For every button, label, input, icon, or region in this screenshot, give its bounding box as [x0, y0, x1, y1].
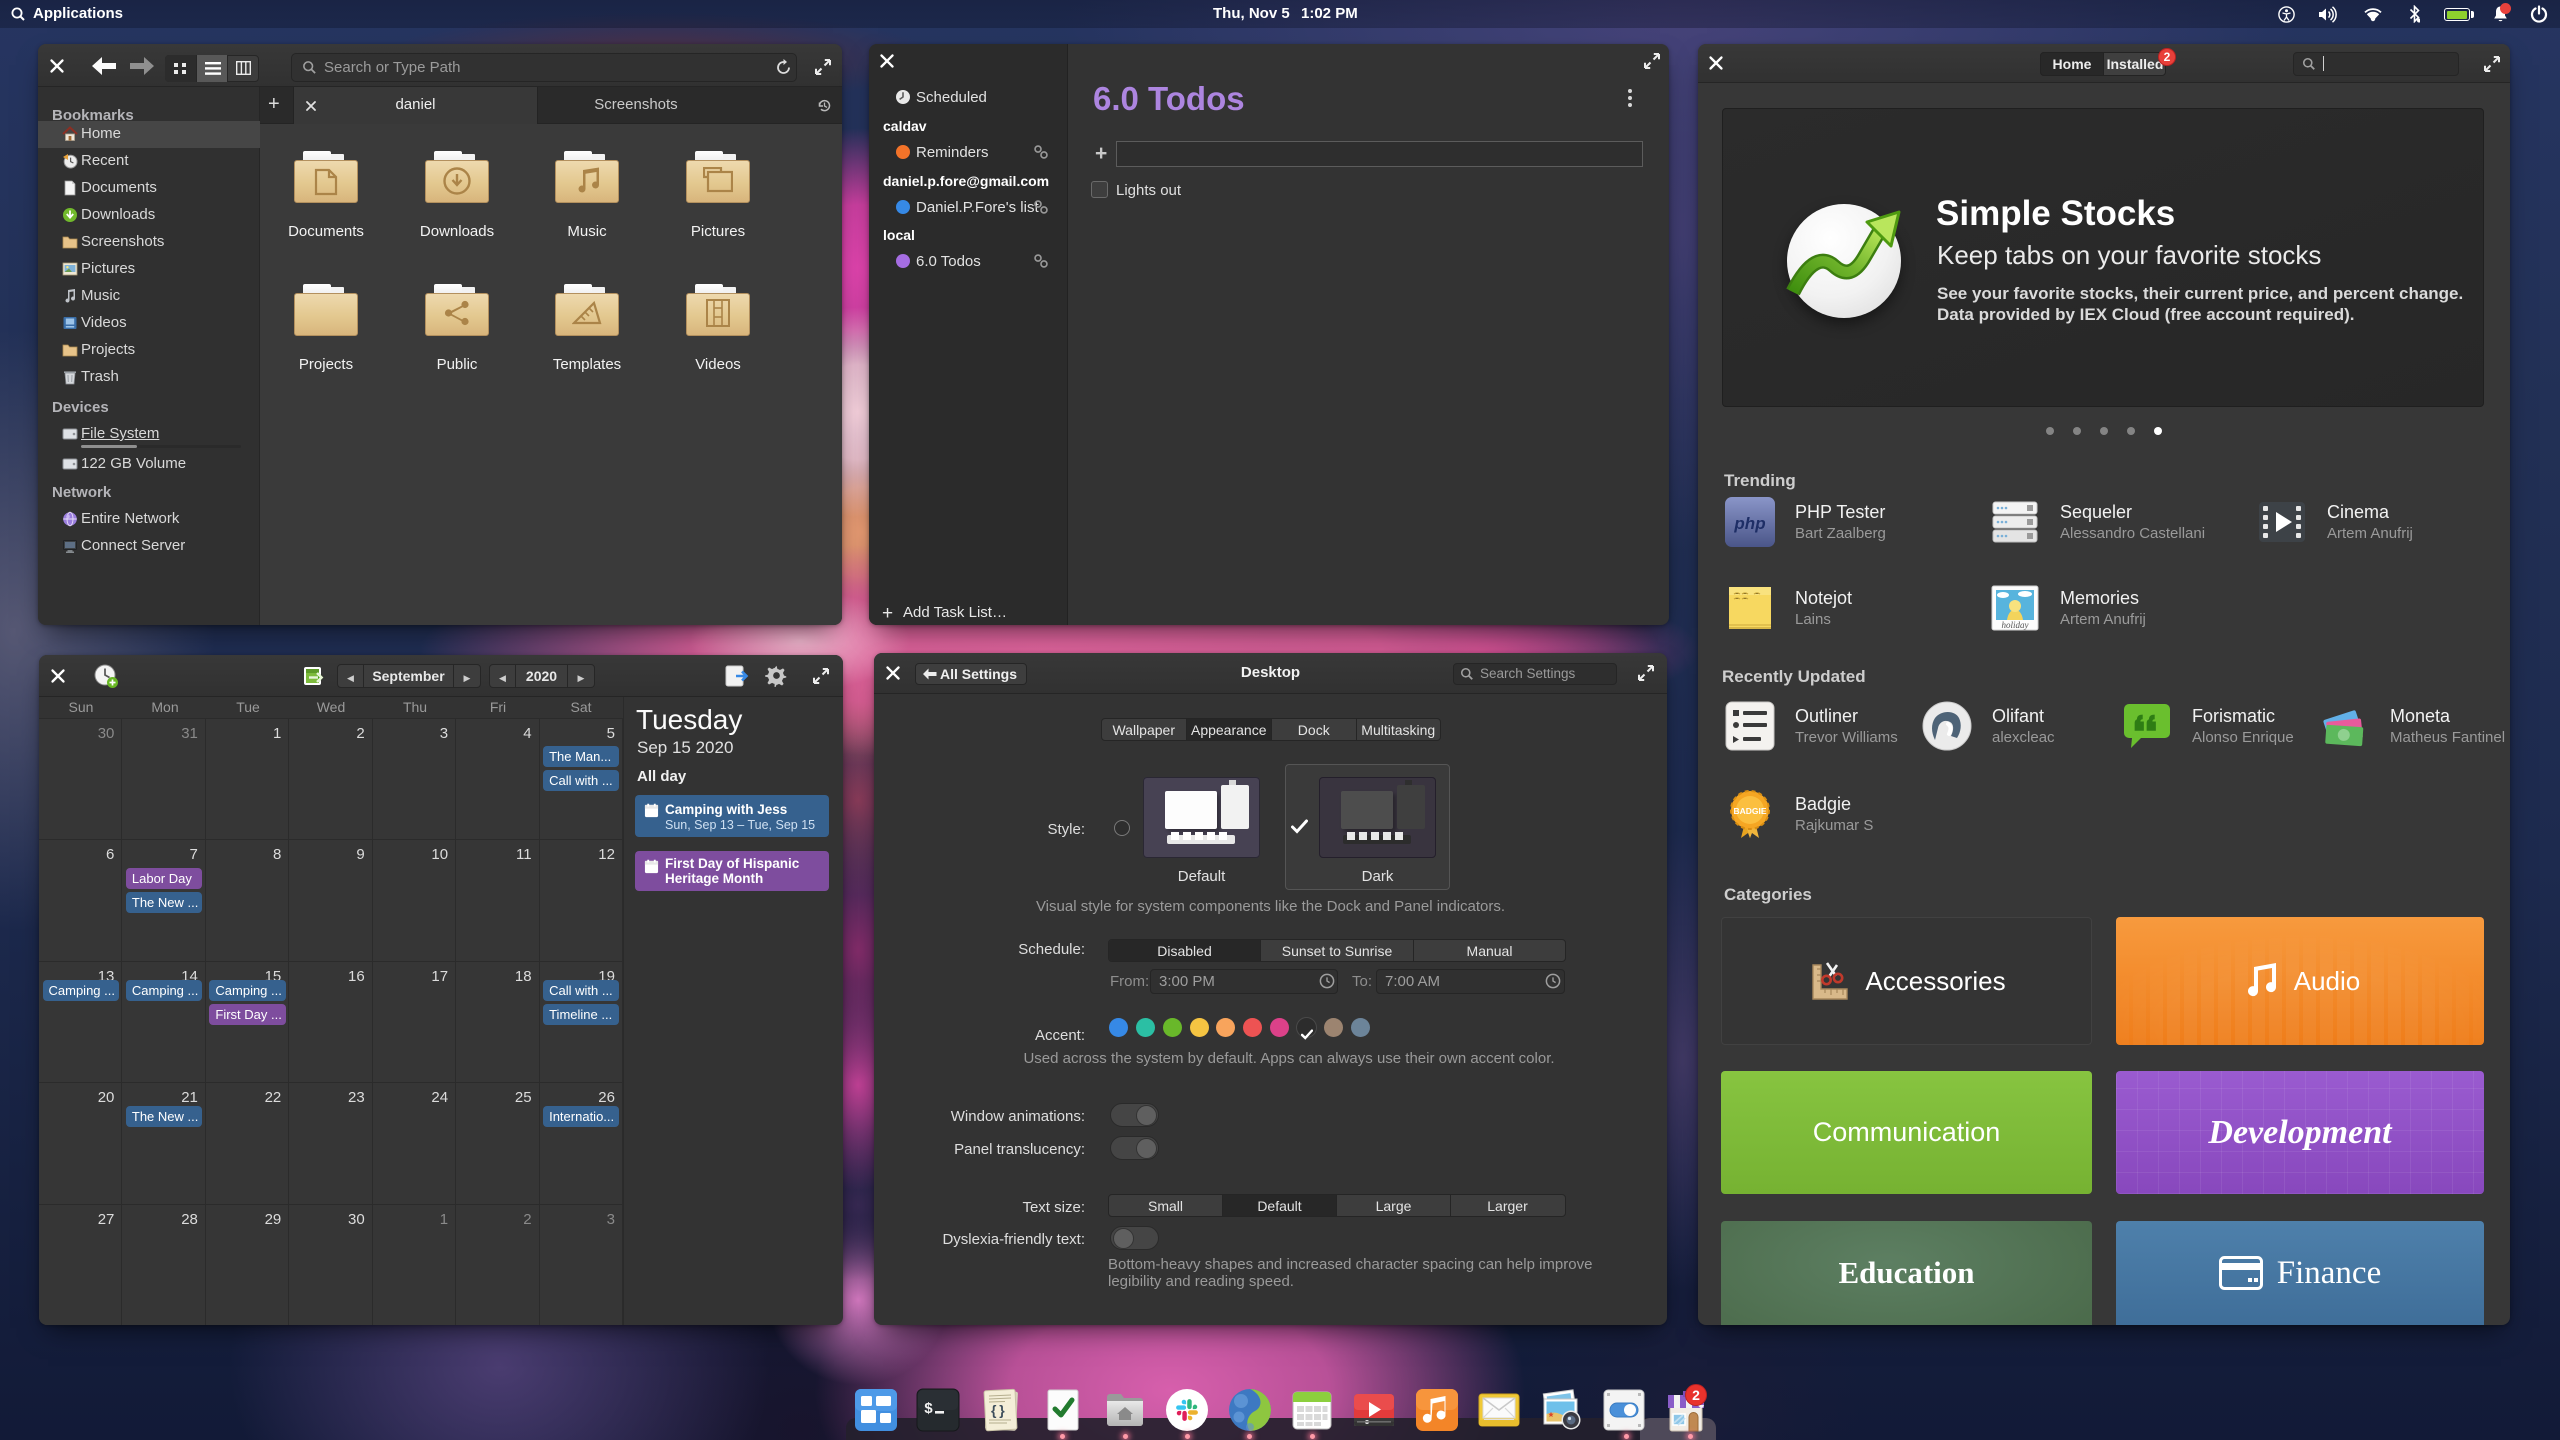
- svg-text:$: $: [924, 1401, 933, 1418]
- svg-text:{ }: { }: [991, 1402, 1005, 1418]
- svg-text:php: php: [1733, 514, 1765, 533]
- svg-text:holiday: holiday: [2002, 620, 2029, 630]
- svg-text:BADGIE: BADGIE: [1733, 806, 1766, 816]
